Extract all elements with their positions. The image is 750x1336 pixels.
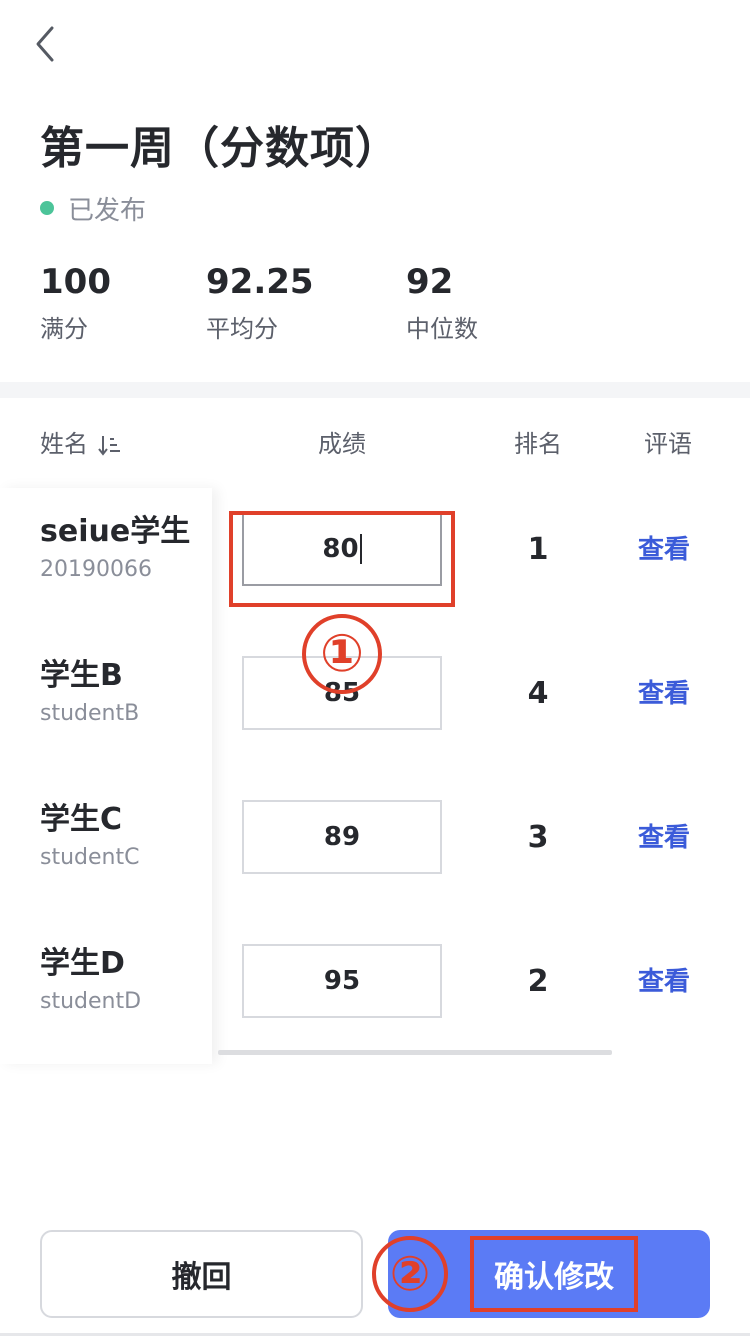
status-dot-icon bbox=[40, 201, 54, 215]
stat-value: 100 bbox=[40, 262, 111, 302]
score-value: 89 bbox=[323, 822, 361, 852]
stat-median: 92 中位数 bbox=[406, 262, 478, 344]
sort-icon[interactable] bbox=[97, 433, 122, 457]
rank-value: 3 bbox=[527, 820, 549, 855]
page-title: 第一周（分数项） bbox=[40, 123, 400, 174]
student-name: 学生B bbox=[40, 658, 123, 693]
horizontal-scrollbar[interactable] bbox=[218, 1050, 612, 1055]
annotation-step-2: ② bbox=[372, 1236, 448, 1312]
rank-value: 2 bbox=[527, 964, 549, 999]
student-name: 学生C bbox=[40, 802, 123, 837]
status-badge: 已发布 bbox=[40, 190, 146, 226]
score-input[interactable]: 80 bbox=[242, 512, 442, 586]
table-row: 学生C studentC 89 3 查看 bbox=[0, 776, 750, 920]
view-comment-link[interactable]: 查看 bbox=[638, 530, 690, 570]
text-caret bbox=[359, 534, 362, 564]
column-header-label: 姓名 bbox=[40, 430, 88, 458]
stat-label: 中位数 bbox=[406, 315, 478, 343]
status-label: 已发布 bbox=[68, 195, 147, 226]
stat-label: 满分 bbox=[40, 315, 88, 343]
rank-value: 1 bbox=[527, 532, 549, 567]
view-comment-link[interactable]: 查看 bbox=[638, 962, 690, 1002]
student-name: 学生D bbox=[40, 946, 125, 981]
annotation-step-1: ① bbox=[302, 614, 382, 694]
score-input[interactable]: 89 bbox=[242, 800, 442, 874]
student-id: studentD bbox=[40, 989, 142, 1014]
column-header-comment: 评语 bbox=[644, 430, 692, 458]
rank-value: 4 bbox=[527, 676, 549, 711]
chevron-left-icon bbox=[36, 26, 54, 62]
undo-button[interactable]: 撤回 bbox=[40, 1230, 363, 1318]
stat-full-score: 100 满分 bbox=[40, 262, 111, 344]
score-value: 80 bbox=[322, 534, 359, 564]
stat-value: 92 bbox=[406, 262, 454, 302]
table-row: seiue学生 20190066 80 1 查看 bbox=[0, 488, 750, 632]
student-id: studentB bbox=[40, 701, 140, 726]
score-input[interactable]: 95 bbox=[242, 944, 442, 1018]
confirm-button-label: 确认修改 bbox=[470, 1236, 638, 1312]
column-header-name[interactable]: 姓名 bbox=[40, 428, 122, 460]
stat-average: 92.25 平均分 bbox=[206, 262, 314, 344]
section-divider bbox=[0, 382, 750, 398]
score-value: 95 bbox=[323, 966, 361, 996]
stat-value: 92.25 bbox=[206, 262, 314, 302]
column-header-rank: 排名 bbox=[514, 430, 562, 458]
back-button[interactable] bbox=[30, 24, 62, 64]
table-row: 学生D studentD 95 2 查看 bbox=[0, 920, 750, 1064]
student-id: 20190066 bbox=[40, 557, 152, 582]
student-name: seiue学生 bbox=[40, 514, 191, 549]
view-comment-link[interactable]: 查看 bbox=[638, 818, 690, 858]
column-header-score: 成绩 bbox=[318, 430, 366, 458]
view-comment-link[interactable]: 查看 bbox=[638, 674, 690, 714]
student-id: studentC bbox=[40, 845, 140, 870]
stat-label: 平均分 bbox=[206, 315, 278, 343]
